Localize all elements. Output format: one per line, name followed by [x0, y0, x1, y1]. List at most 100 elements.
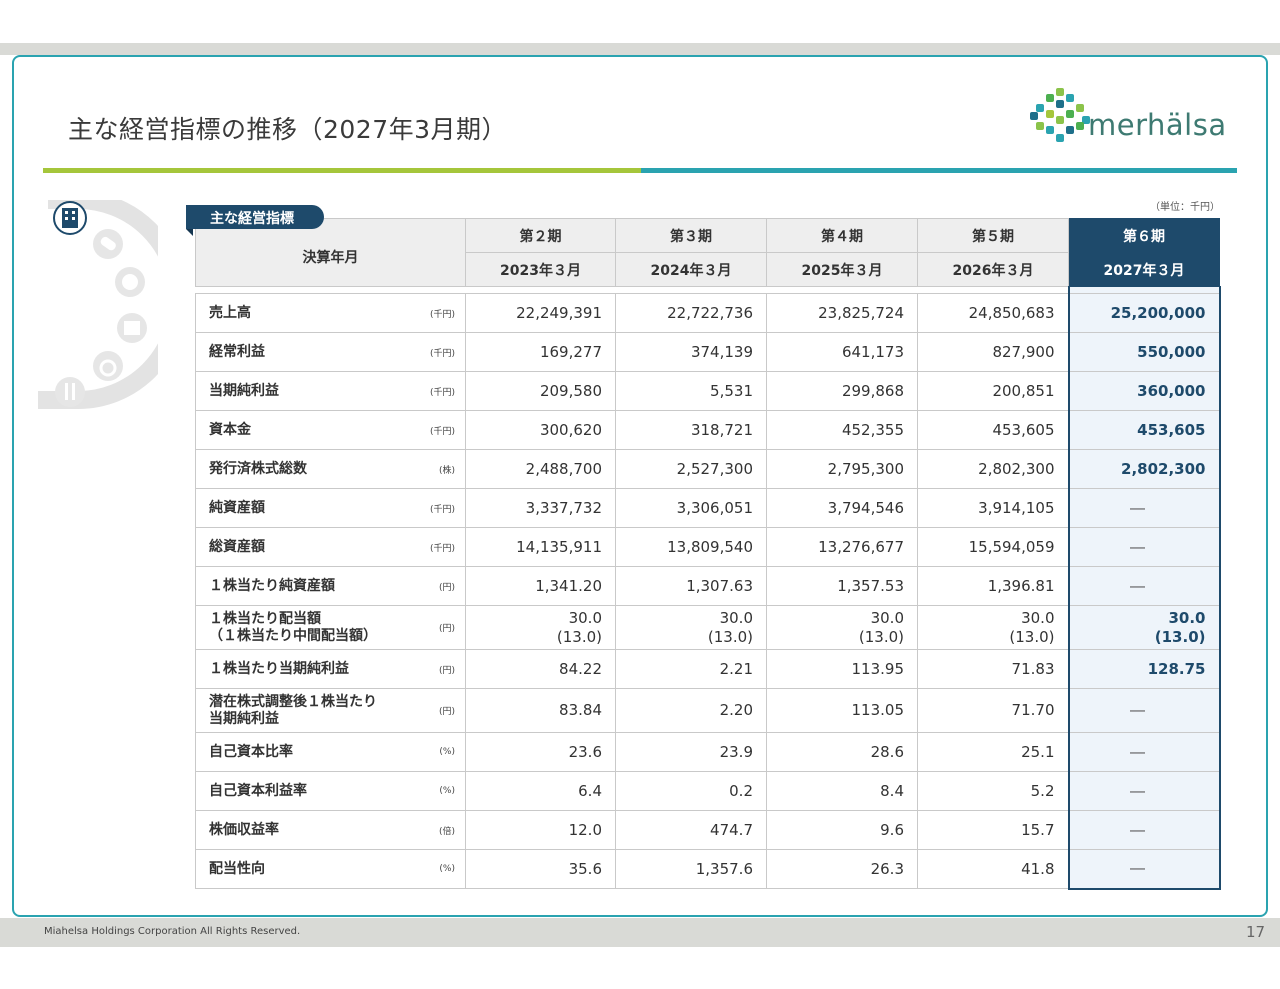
row-unit: (千円) [425, 410, 466, 450]
row-unit: (%) [425, 849, 466, 889]
value-main: 23,825,724 [818, 303, 904, 322]
value-main: 1,357.53 [837, 576, 904, 595]
row-label-line1: 純資産額 [209, 499, 265, 516]
value-main: 300,620 [539, 420, 602, 439]
row-label: 総資産額 [195, 527, 426, 567]
value-main: 23.9 [719, 742, 753, 761]
row-unit: (株) [425, 449, 466, 489]
value-main: 2,795,300 [827, 459, 904, 478]
value-cell: 23.9 [615, 732, 767, 772]
row-label-line1: 株価収益率 [209, 821, 279, 838]
forecast-cell: ― [1067, 849, 1221, 890]
value-sub: (13.0) [556, 627, 602, 646]
value-cell: 83.84 [465, 688, 616, 733]
table-row: 当期純利益 (千円) 209,580 5,531 299,868 200,851 360,0… [195, 371, 1221, 411]
value-cell: 2.20 [615, 688, 767, 733]
row-label: 配当性向 [195, 849, 426, 889]
value-main: 30.0 [568, 608, 602, 627]
forecast-cell: ― [1067, 688, 1221, 733]
value-cell: 28.6 [766, 732, 918, 772]
value-main: 8.4 [880, 781, 904, 800]
value-main: 28.6 [870, 742, 904, 761]
value-main: 0.2 [729, 781, 753, 800]
forecast-cell: 25,200,000 [1067, 293, 1221, 333]
value-main: 1,357.6 [695, 859, 753, 878]
value-main: 209,580 [539, 381, 602, 400]
row-label: 経常利益 [195, 332, 426, 372]
value-cell: 1,396.81 [917, 566, 1069, 606]
value-main: 9.6 [880, 820, 904, 839]
period-header: 第５期 [917, 218, 1069, 253]
row-label-line1: １株当たり純資産額 [209, 577, 335, 594]
value-cell: 15,594,059 [917, 527, 1069, 567]
value-main: 3,306,051 [676, 498, 753, 517]
value-main: 71.70 [1011, 701, 1055, 719]
table-row: 売上高 (千円) 22,249,391 22,722,736 23,825,724 24,… [195, 293, 1221, 333]
table-row: 自己資本利益率 (%) 6.4 0.2 8.4 5.2 ― [195, 771, 1221, 811]
value-cell: 5,531 [615, 371, 767, 411]
row-label-line1: 資本金 [209, 421, 251, 438]
value-cell: 2,795,300 [766, 449, 918, 489]
table-row: 経常利益 (千円) 169,277 374,139 641,173 827,900 550,… [195, 332, 1221, 372]
value-sub: (13.0) [707, 627, 753, 646]
period-header-current: 第６期 [1068, 218, 1220, 253]
value-cell: 3,914,105 [917, 488, 1069, 528]
value-main: 23.6 [568, 742, 602, 761]
forecast-main: 25,200,000 [1110, 303, 1206, 322]
table-row: 発行済株式総数 (株) 2,488,700 2,527,300 2,795,300 2,8… [195, 449, 1221, 489]
row-unit: (円) [425, 688, 466, 733]
row-unit: (千円) [425, 293, 466, 333]
value-main: 2.20 [719, 701, 753, 719]
value-cell: 1,357.53 [766, 566, 918, 606]
row-label-line1: 売上高 [209, 304, 251, 321]
forecast-cell: ― [1067, 488, 1221, 528]
forecast-sub: (13.0) [1154, 627, 1206, 646]
period-header: 第３期 [615, 218, 767, 253]
value-main: 827,900 [992, 342, 1055, 361]
header-rule-green [43, 168, 641, 173]
value-cell: 84.22 [465, 649, 616, 689]
value-main: 24,850,683 [968, 303, 1055, 322]
value-cell: 23,825,724 [766, 293, 918, 333]
table-row: 資本金 (千円) 300,620 318,721 452,355 453,605 453,6… [195, 410, 1221, 450]
forecast-main: 360,000 [1137, 381, 1206, 400]
value-cell: 827,900 [917, 332, 1069, 372]
forecast-main: 2,802,300 [1121, 459, 1206, 478]
row-label-line1: 発行済株式総数 [209, 460, 307, 477]
value-cell: 6.4 [465, 771, 616, 811]
value-cell: 30.0 (13.0) [766, 605, 918, 650]
logo-wordmark: merhälsa [1088, 108, 1227, 142]
value-cell: 2,527,300 [615, 449, 767, 489]
table-row: 配当性向 (%) 35.6 1,357.6 26.3 41.8 ― [195, 849, 1221, 890]
forecast-main: ― [1130, 576, 1145, 595]
row-label: 自己資本利益率 [195, 771, 426, 811]
table-row: １株当たり当期純利益 (円) 84.22 2.21 113.95 71.83 128.75 [195, 649, 1221, 689]
row-unit: (%) [425, 732, 466, 772]
value-cell: 30.0 (13.0) [917, 605, 1069, 650]
forecast-cell: ― [1067, 771, 1221, 811]
forecast-cell: 550,000 [1067, 332, 1221, 372]
value-main: 13,276,677 [818, 537, 904, 556]
value-cell: 41.8 [917, 849, 1069, 889]
value-main: 2.21 [719, 659, 753, 678]
row-label-line1: 経常利益 [209, 343, 265, 360]
value-main: 452,355 [841, 420, 904, 439]
value-main: 2,488,700 [525, 459, 602, 478]
value-cell: 23.6 [465, 732, 616, 772]
value-cell: 22,249,391 [465, 293, 616, 333]
row-label-line1: 当期純利益 [209, 382, 279, 399]
forecast-cell: 128.75 [1067, 649, 1221, 689]
value-main: 641,173 [841, 342, 904, 361]
value-cell: 3,794,546 [766, 488, 918, 528]
copyright-footer: Miahelsa Holdings Corporation All Rights… [44, 926, 301, 937]
forecast-main: 453,605 [1137, 420, 1206, 439]
financial-indicators-table: 決算年月 第２期 第３期 第４期 第５期 第６期 2023年３月 2024年３月… [195, 218, 1221, 890]
value-cell: 14,135,911 [465, 527, 616, 567]
value-main: 200,851 [992, 381, 1055, 400]
value-cell: 318,721 [615, 410, 767, 450]
row-label: 資本金 [195, 410, 426, 450]
value-main: 1,396.81 [987, 576, 1055, 595]
row-unit: (円) [425, 605, 466, 650]
value-cell: 209,580 [465, 371, 616, 411]
table-row: 純資産額 (千円) 3,337,732 3,306,051 3,794,546 3,914… [195, 488, 1221, 528]
